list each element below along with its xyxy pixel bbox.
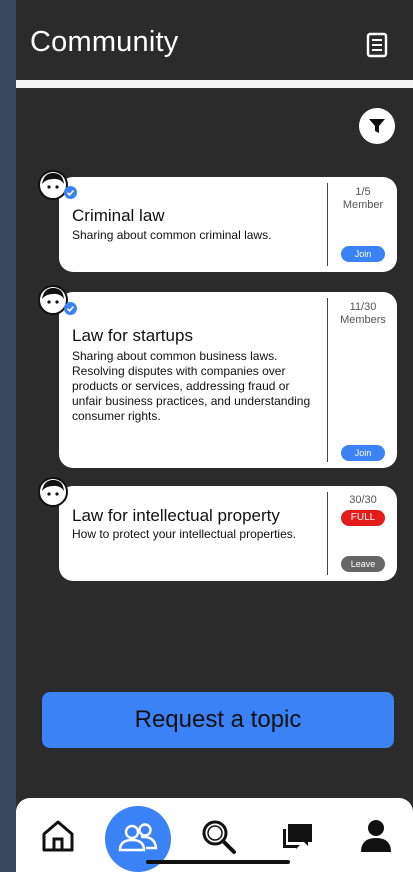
join-button[interactable]: Join — [341, 246, 385, 262]
document-icon[interactable] — [366, 32, 388, 58]
search-icon — [202, 820, 236, 854]
member-count-value: 30/30 — [349, 494, 377, 506]
home-icon — [42, 820, 74, 852]
topic-card[interactable]: Criminal law Sharing about common crimin… — [59, 177, 397, 272]
topic-description: Sharing about common criminal laws. — [72, 228, 272, 242]
verified-icon — [64, 186, 77, 199]
nav-home[interactable] — [38, 816, 78, 856]
topic-description: Sharing about common business laws. Reso… — [72, 349, 311, 423]
member-count: 1/5 Member — [333, 186, 393, 212]
verified-icon — [64, 302, 77, 315]
profile-icon — [361, 820, 391, 852]
topic-card[interactable]: Law for intellectual property How to pro… — [59, 486, 397, 581]
app-screen: Community Criminal law Sharing about com… — [16, 0, 413, 872]
topic-name: Law for intellectual property — [72, 506, 280, 525]
topic-card[interactable]: Law for startups Sharing about common bu… — [59, 292, 397, 468]
home-indicator — [146, 860, 290, 864]
member-count-value: 11/30 — [349, 301, 377, 313]
full-status-badge: FULL — [341, 510, 385, 526]
avatar — [38, 477, 68, 507]
nav-chat[interactable] — [278, 816, 318, 856]
leave-button[interactable]: Leave — [341, 556, 385, 572]
topic-name: Criminal law — [72, 206, 165, 225]
page-title: Community — [30, 26, 179, 58]
member-count: 11/30 Members — [333, 301, 393, 327]
member-count-unit: Member — [342, 199, 384, 211]
nav-search[interactable] — [198, 816, 238, 856]
member-count: 30/30 — [333, 494, 393, 507]
header-divider — [16, 80, 413, 88]
filter-button[interactable] — [359, 108, 395, 144]
request-topic-button[interactable]: Request a topic — [42, 692, 394, 748]
filter-icon — [369, 119, 385, 133]
nav-profile[interactable] — [356, 816, 396, 856]
topic-description: How to protect your intellectual propert… — [72, 527, 297, 541]
member-count-unit: Members — [340, 314, 386, 326]
join-button[interactable]: Join — [341, 445, 385, 461]
topic-name: Law for startups — [72, 326, 193, 345]
card-divider — [327, 492, 328, 575]
card-divider — [327, 298, 328, 462]
member-count-value: 1/5 — [355, 186, 371, 198]
chat-icon — [283, 824, 312, 849]
header: Community — [16, 0, 413, 84]
card-divider — [327, 183, 328, 266]
